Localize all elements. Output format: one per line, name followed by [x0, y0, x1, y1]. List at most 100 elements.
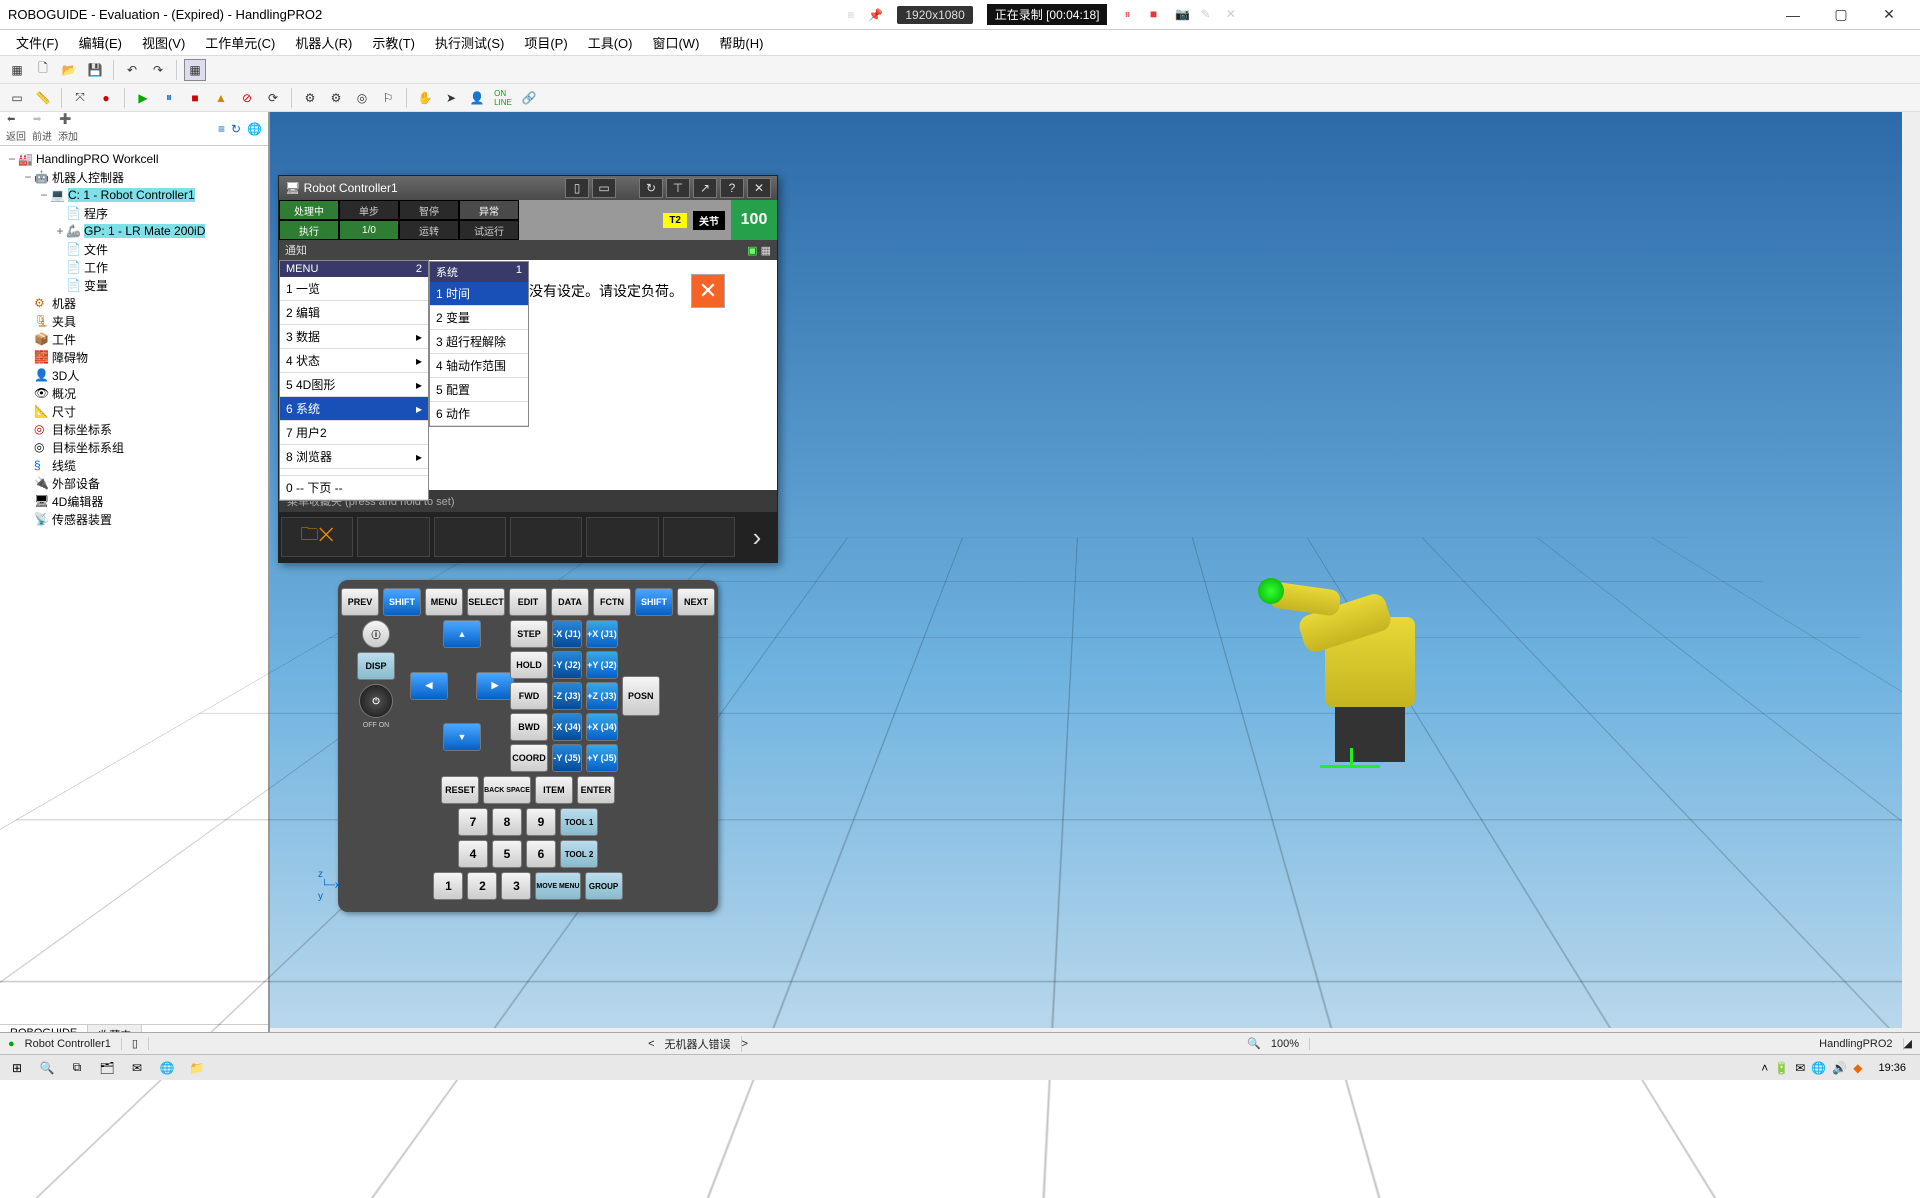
menu-teach[interactable]: 示教(T): [362, 33, 425, 52]
screenshot-icon[interactable]: 📷: [1175, 7, 1191, 23]
key-jog-yp[interactable]: +Y (J2): [586, 651, 618, 679]
robot-model[interactable]: [1280, 532, 1460, 762]
tree-var[interactable]: 变量: [84, 277, 108, 294]
tree-file[interactable]: 文件: [84, 241, 108, 258]
step-icon[interactable]: ▲: [210, 87, 232, 109]
key-1[interactable]: 1: [433, 872, 463, 900]
save-icon[interactable]: 💾: [84, 59, 106, 81]
softkey-5[interactable]: [586, 517, 658, 557]
layout-icon[interactable]: ▦: [184, 59, 206, 81]
key-tool2[interactable]: TOOL 2: [560, 840, 598, 868]
softkey-3[interactable]: [434, 517, 506, 557]
tp-notice-grid-icon[interactable]: ▦: [761, 245, 771, 257]
person-icon[interactable]: 👤: [466, 87, 488, 109]
key-jog-y5p[interactable]: +Y (J5): [586, 744, 618, 772]
status-err-next[interactable]: >: [742, 1038, 748, 1050]
tree-profile[interactable]: 概况: [52, 385, 76, 402]
tree-globe-icon[interactable]: 🌐: [247, 122, 262, 136]
nav-add[interactable]: ➕添加: [58, 114, 78, 143]
key-fctn[interactable]: FCTN: [593, 588, 631, 616]
menu-project[interactable]: 项目(P): [514, 33, 577, 52]
link-icon[interactable]: 🔗: [518, 87, 540, 109]
key-step[interactable]: STEP: [510, 620, 548, 648]
submenu-config[interactable]: 5 配置: [430, 378, 528, 402]
tp-close-icon[interactable]: ✕: [747, 178, 771, 198]
taskbar-folder-icon[interactable]: 📁: [186, 1058, 208, 1078]
key-7[interactable]: 7: [458, 808, 488, 836]
tree-machine[interactable]: 机器: [52, 295, 76, 312]
tree-program[interactable]: 程序: [84, 205, 108, 222]
key-jog-xp[interactable]: +X (J1): [586, 620, 618, 648]
play-icon[interactable]: ▶: [132, 87, 154, 109]
target-icon[interactable]: ◎: [351, 87, 373, 109]
key-6[interactable]: 6: [526, 840, 556, 868]
tool-a-icon[interactable]: ⚙: [299, 87, 321, 109]
key-jog-y5m[interactable]: -Y (J5): [552, 744, 582, 772]
open-icon[interactable]: 📂: [58, 59, 80, 81]
key-2[interactable]: 2: [467, 872, 497, 900]
menu-item-status[interactable]: 4 状态▸: [280, 349, 428, 373]
nav-forward[interactable]: ➡前进: [32, 114, 52, 143]
tp-message-close-icon[interactable]: ✕: [691, 274, 725, 308]
key-jog-zm[interactable]: -Z (J3): [552, 682, 582, 710]
scrollbar-vertical[interactable]: [1902, 112, 1920, 1046]
zoom-slider-icon[interactable]: 🔍: [1247, 1037, 1261, 1050]
record-icon[interactable]: ●: [95, 87, 117, 109]
key-info-icon[interactable]: ⓘ: [362, 620, 390, 648]
key-reset[interactable]: RESET: [441, 776, 479, 804]
menu-item-system[interactable]: 6 系统▸: [280, 397, 428, 421]
key-jog-zp[interactable]: +Z (J3): [586, 682, 618, 710]
key-item[interactable]: ITEM: [535, 776, 573, 804]
key-bwd[interactable]: BWD: [510, 713, 548, 741]
flag-icon[interactable]: ⚐: [377, 87, 399, 109]
tp-refresh-icon[interactable]: ↻: [639, 178, 663, 198]
key-disp[interactable]: DISP: [357, 652, 395, 680]
tree-4deditor[interactable]: 4D编辑器: [52, 493, 103, 510]
tree-fixture[interactable]: 夹具: [52, 313, 76, 330]
key-coord[interactable]: COORD: [510, 744, 548, 772]
pause-icon[interactable]: ⏸: [158, 87, 180, 109]
tree-controller1[interactable]: C: 1 - Robot Controller1: [68, 188, 195, 202]
menu-tools[interactable]: 工具(O): [578, 33, 643, 52]
menu-view[interactable]: 视图(V): [132, 33, 195, 52]
close-rec-icon[interactable]: ✕: [1226, 7, 1242, 23]
taskbar-search-icon[interactable]: 🔍: [36, 1058, 58, 1078]
key-select[interactable]: SELECT: [467, 588, 505, 616]
tool-b-icon[interactable]: ⚙: [325, 87, 347, 109]
tree-part[interactable]: 工件: [52, 331, 76, 348]
nav-back[interactable]: ⬅返回: [6, 114, 26, 143]
key-8[interactable]: 8: [492, 808, 522, 836]
tree-gp1[interactable]: GP: 1 - LR Mate 200iD: [84, 224, 205, 238]
key-shift-l[interactable]: SHIFT: [383, 588, 421, 616]
tp-notice-expand-icon[interactable]: ▣: [747, 245, 757, 257]
key-4[interactable]: 4: [458, 840, 488, 868]
key-menu[interactable]: MENU: [425, 588, 463, 616]
menu-edit[interactable]: 编辑(E): [69, 33, 132, 52]
menu-help[interactable]: 帮助(H): [709, 33, 773, 52]
redo-icon[interactable]: ↷: [147, 59, 169, 81]
key-posn[interactable]: POSN: [622, 676, 660, 716]
key-3[interactable]: 3: [501, 872, 531, 900]
tree-external[interactable]: 外部设备: [52, 475, 100, 492]
tree-expand-icon[interactable]: ≡: [218, 122, 225, 136]
key-shift-r[interactable]: SHIFT: [635, 588, 673, 616]
menu-item-data[interactable]: 3 数据▸: [280, 325, 428, 349]
softkey-6[interactable]: [663, 517, 735, 557]
online-icon[interactable]: ONLINE: [492, 87, 514, 109]
tray-app-icon[interactable]: ◆: [1853, 1061, 1862, 1075]
menu-item-4d[interactable]: 5 4D图形▸: [280, 373, 428, 397]
taskbar-explorer-icon[interactable]: 🗂: [96, 1058, 118, 1078]
pin-icon[interactable]: 📌: [868, 8, 883, 22]
key-right-icon[interactable]: ▶: [476, 672, 514, 700]
key-estop-icon[interactable]: ⏻: [359, 684, 393, 718]
tree-controllers[interactable]: 机器人控制器: [52, 169, 124, 186]
submenu-time[interactable]: 1 时间: [430, 282, 528, 306]
key-jog-ym[interactable]: -Y (J2): [552, 651, 582, 679]
key-5[interactable]: 5: [492, 840, 522, 868]
softkey-2[interactable]: [357, 517, 429, 557]
submenu-ot[interactable]: 3 超行程解除: [430, 330, 528, 354]
pause-rec-icon[interactable]: ⏸: [1124, 7, 1140, 23]
key-jog-x4m[interactable]: -X (J4): [552, 713, 582, 741]
measure-icon[interactable]: 📏: [32, 87, 54, 109]
tray-battery-icon[interactable]: 🔋: [1774, 1061, 1789, 1075]
